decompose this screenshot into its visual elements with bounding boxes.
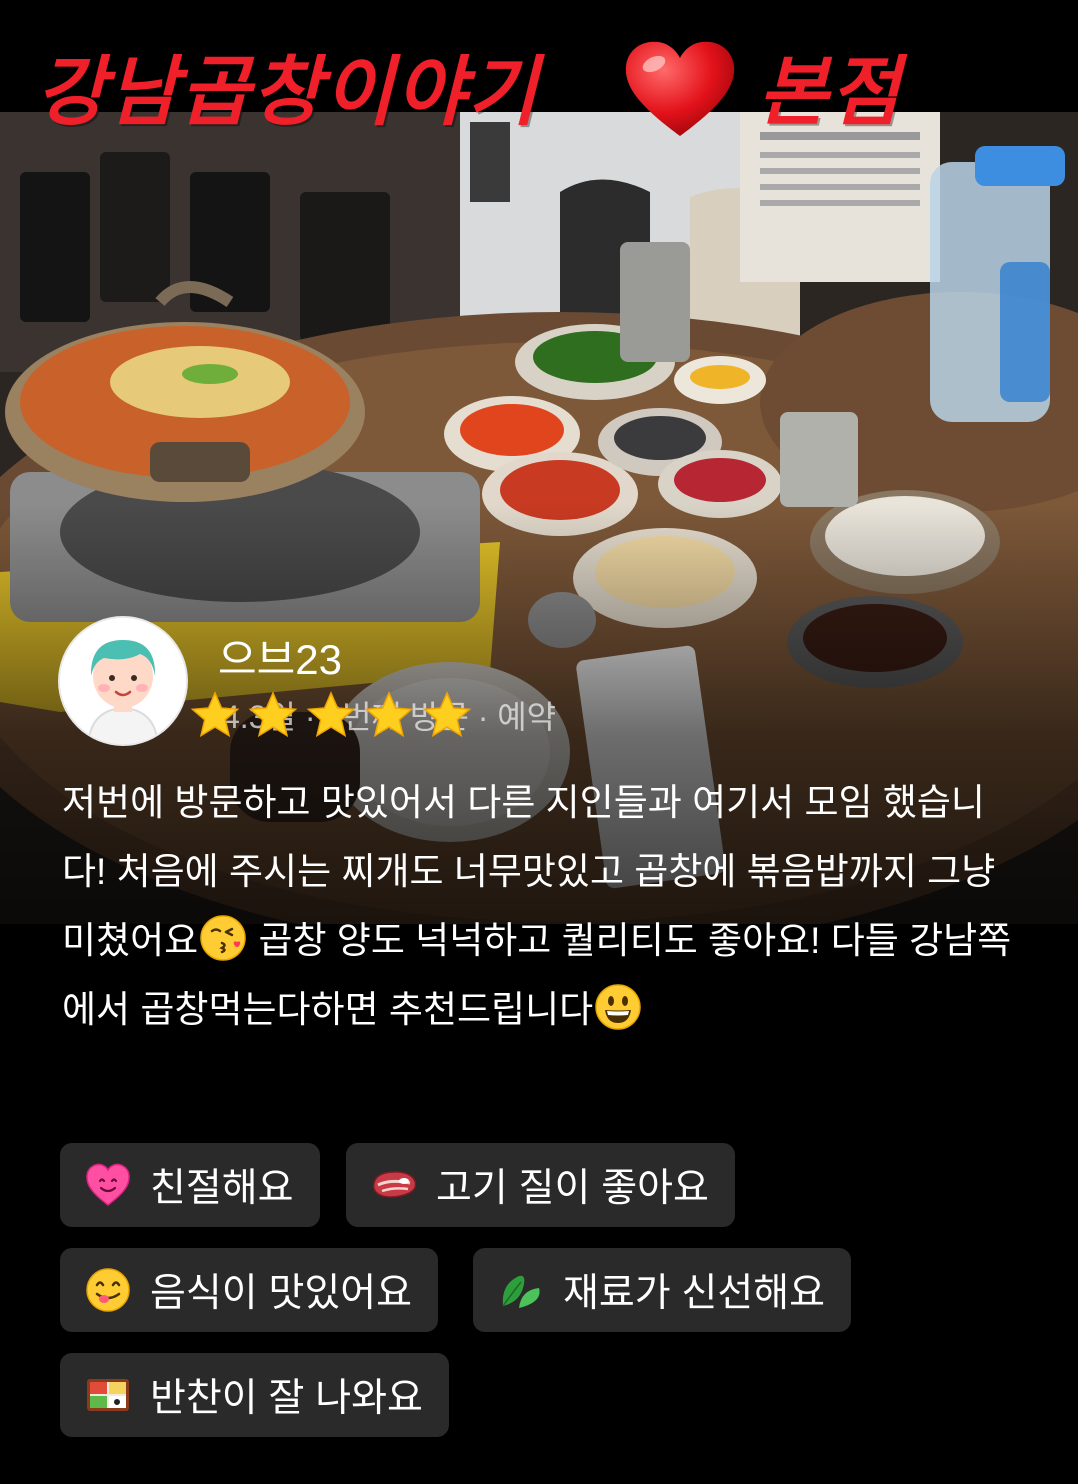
tag-label: 재료가 신선해요 xyxy=(563,1272,825,1315)
kissing-face-icon xyxy=(200,915,246,961)
reviewer-avatar[interactable] xyxy=(60,618,186,744)
star-icon xyxy=(422,691,472,738)
tag-label: 친절해요 xyxy=(150,1167,294,1210)
bento-icon xyxy=(87,1379,129,1411)
tag-meat-quality[interactable]: 고기 질이 좋아요 xyxy=(346,1143,735,1227)
tag-label: 반찬이 잘 나와요 xyxy=(150,1377,423,1420)
branch-name: 본점 xyxy=(758,47,902,136)
avatar-illustration xyxy=(60,618,186,744)
restaurant-name: 강남곱창이야기 xyxy=(36,47,540,136)
star-icon xyxy=(248,691,298,738)
star-icon xyxy=(190,691,240,738)
tag-tasty[interactable]: 음식이 맛있어요 xyxy=(60,1248,438,1332)
tag-kind[interactable]: 친절해요 xyxy=(60,1143,320,1227)
title-overlay: 강남곱창이야기 본점 xyxy=(0,0,1078,150)
review-text[interactable]: 저번에 방문하고 맛있어서 다른 지인들과 여기서 모임 했습니다! 처음에 주… xyxy=(62,768,1012,1044)
tag-label: 음식이 맛있어요 xyxy=(150,1272,412,1315)
leaf-icon xyxy=(502,1275,540,1308)
tag-label: 고기 질이 좋아요 xyxy=(436,1167,709,1210)
reviewer-name[interactable]: 으브23 xyxy=(218,626,342,687)
star-icon xyxy=(364,691,414,738)
tag-fresh-ingredients[interactable]: 재료가 신선해요 xyxy=(473,1248,851,1332)
red-heart-icon xyxy=(625,41,735,137)
yum-face-icon xyxy=(86,1268,130,1312)
meat-icon xyxy=(372,1171,417,1198)
star-icon xyxy=(306,691,356,738)
smiling-heart-icon xyxy=(86,1163,130,1206)
grinning-face-icon xyxy=(595,984,641,1030)
tag-side-dishes[interactable]: 반찬이 잘 나와요 xyxy=(60,1353,449,1437)
